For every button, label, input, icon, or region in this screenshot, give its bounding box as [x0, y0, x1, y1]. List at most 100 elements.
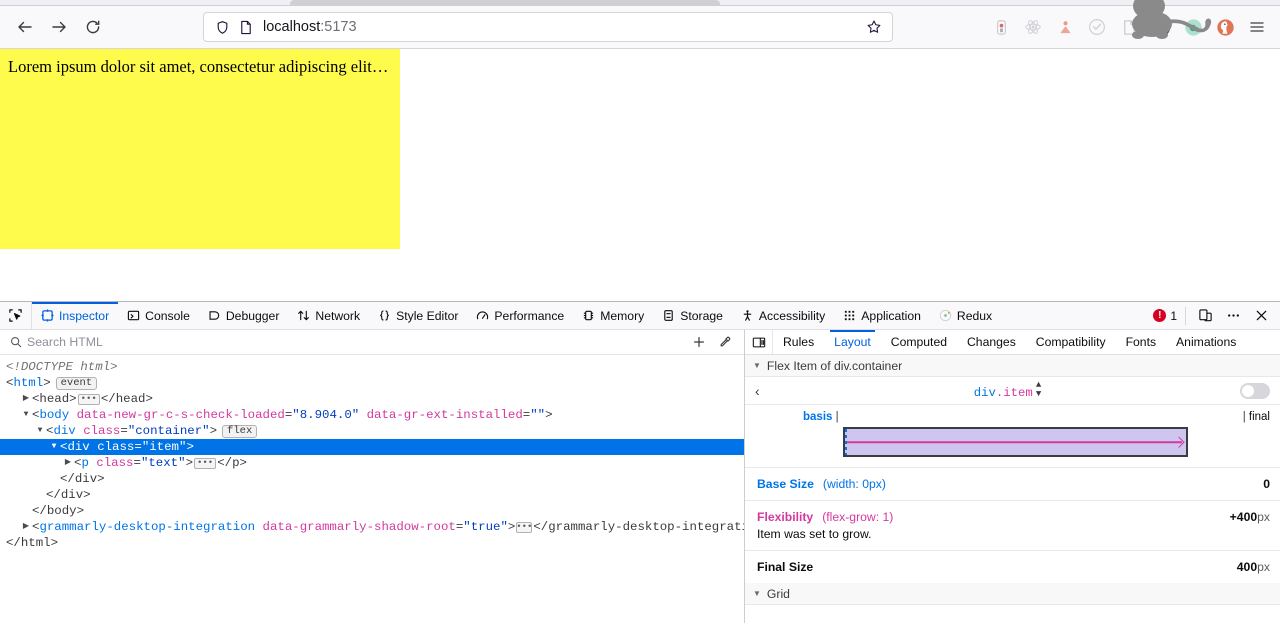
duckduckgo-icon[interactable]: [1210, 12, 1240, 42]
tab-performance[interactable]: Performance: [467, 302, 573, 329]
flex-highlight-toggle[interactable]: [1240, 383, 1270, 399]
markup-tree[interactable]: <!DOCTYPE html> <html> event <head> ••• …: [0, 355, 744, 623]
chevron-left-icon[interactable]: ‹: [755, 383, 775, 399]
expand-twisty-icon[interactable]: [62, 455, 74, 471]
search-input[interactable]: [27, 335, 686, 349]
meatball-menu-icon[interactable]: [1220, 304, 1246, 328]
sidebar-tab-rules[interactable]: Rules: [773, 330, 824, 354]
grammarly-icon[interactable]: [1178, 12, 1208, 42]
attr-value[interactable]: "true": [463, 519, 508, 535]
flex-badge[interactable]: flex: [222, 425, 257, 438]
markup-line-html[interactable]: <html> event: [0, 375, 744, 391]
row-value-unit: px: [1257, 510, 1270, 524]
flex-item-section-header[interactable]: ▼ Flex Item of div.container: [745, 355, 1280, 377]
inspector-icon: [41, 309, 54, 322]
tab-memory[interactable]: Memory: [573, 302, 653, 329]
attr-name[interactable]: data-grammarly-shadow-root: [263, 519, 456, 535]
url-host: localhost: [263, 19, 320, 35]
attr-value[interactable]: "": [530, 407, 545, 423]
event-badge[interactable]: event: [56, 377, 98, 390]
url-text[interactable]: localhost:5173: [258, 19, 862, 35]
section-twisty-icon[interactable]: ▼: [753, 361, 761, 370]
tag-name: div: [53, 423, 75, 439]
extension-icon-4[interactable]: [1082, 12, 1112, 42]
eyedropper-icon[interactable]: [712, 331, 738, 353]
tab-storage[interactable]: Storage: [653, 302, 732, 329]
tab-console[interactable]: Console: [118, 302, 199, 329]
expand-twisty-icon[interactable]: [20, 391, 32, 407]
reload-button[interactable]: [76, 10, 110, 44]
collapsed-children-icon[interactable]: •••: [78, 394, 100, 405]
shield-icon[interactable]: [210, 15, 234, 39]
grid-section-header[interactable]: ▼ Grid: [745, 583, 1280, 605]
attr-value[interactable]: "text": [141, 455, 186, 471]
sidebar-tab-compatibility[interactable]: Compatibility: [1026, 330, 1116, 354]
error-count-badge[interactable]: ! 1: [1149, 307, 1186, 325]
markup-line-head[interactable]: <head> ••• </head>: [0, 391, 744, 407]
section-twisty-icon[interactable]: ▼: [753, 589, 761, 598]
attr-value[interactable]: "container": [128, 423, 210, 439]
tab-accessibility[interactable]: Accessibility: [732, 302, 834, 329]
attr-name[interactable]: class: [96, 455, 133, 471]
markup-line-div-item-selected[interactable]: <div class="item">: [0, 439, 744, 455]
attr-name[interactable]: class: [83, 423, 120, 439]
markup-line-p-text[interactable]: <p class="text"> ••• </p>: [0, 455, 744, 471]
collapse-sidebar-icon[interactable]: [745, 330, 773, 354]
sidebar-tab-layout[interactable]: Layout: [824, 330, 881, 354]
final-label-text: final: [1249, 411, 1270, 423]
row-label: Final Size: [757, 560, 813, 574]
tab-application[interactable]: Application: [834, 302, 930, 329]
page-document-icon: [234, 15, 258, 39]
markup-line-grammarly[interactable]: <grammarly-desktop-integration data-gram…: [0, 519, 744, 535]
sidebar-tab-computed[interactable]: Computed: [881, 330, 957, 354]
sidebar-tab-list: Rules Layout Computed Changes Compatibil…: [745, 330, 1280, 355]
attr-name[interactable]: class: [97, 439, 134, 455]
sidebar-tab-fonts[interactable]: Fonts: [1116, 330, 1166, 354]
close-icon[interactable]: [1248, 304, 1274, 328]
attr-name[interactable]: data-new-gr-c-s-check-loaded: [77, 407, 285, 423]
ublock-origin-icon[interactable]: [1146, 12, 1176, 42]
element-picker-icon[interactable]: [0, 302, 32, 329]
attr-name[interactable]: data-gr-ext-installed: [367, 407, 523, 423]
tab-inspector[interactable]: Inspector: [32, 302, 118, 329]
tab-strip[interactable]: [0, 0, 1280, 6]
tab-debugger[interactable]: Debugger: [199, 302, 289, 329]
expand-twisty-icon[interactable]: [20, 519, 32, 535]
attr-value[interactable]: "8.904.0": [292, 407, 359, 423]
tab-label: Performance: [494, 309, 564, 323]
row-value-number: +400: [1230, 510, 1257, 524]
forward-button[interactable]: [42, 10, 76, 44]
tab-style-editor[interactable]: Style Editor: [369, 302, 467, 329]
markup-line-body[interactable]: <body data-new-gr-c-s-check-loaded="8.90…: [0, 407, 744, 423]
react-devtools-icon[interactable]: [1018, 12, 1048, 42]
devtools-body: <!DOCTYPE html> <html> event <head> ••• …: [0, 330, 1280, 623]
collapsed-children-icon[interactable]: •••: [194, 458, 216, 469]
row-line: Base Size (width: 0px): [757, 477, 886, 491]
back-button[interactable]: [8, 10, 42, 44]
flex-item-selector[interactable]: div.item▲▼: [775, 381, 1240, 400]
sidebar-tab-changes[interactable]: Changes: [957, 330, 1026, 354]
collapse-twisty-icon[interactable]: [20, 407, 32, 423]
plus-icon[interactable]: [686, 331, 712, 353]
markup-line-div-item-close[interactable]: </div>: [0, 471, 744, 487]
markup-line-div-container[interactable]: <div class="container"> flex: [0, 423, 744, 439]
markup-line-html-close[interactable]: </html>: [0, 535, 744, 551]
bookmark-star-icon[interactable]: [862, 15, 886, 39]
collapsed-children-icon[interactable]: •••: [516, 522, 532, 533]
reader-document-icon[interactable]: [1114, 12, 1144, 42]
extension-icon-1[interactable]: [986, 12, 1016, 42]
tab-network[interactable]: Network: [288, 302, 369, 329]
address-bar[interactable]: localhost:5173: [203, 12, 893, 42]
hamburger-menu-icon[interactable]: [1242, 12, 1272, 42]
collapse-twisty-icon[interactable]: [34, 423, 46, 439]
up-down-chevron-icon[interactable]: ▲▼: [1036, 381, 1041, 399]
sidebar-tab-animations[interactable]: Animations: [1166, 330, 1246, 354]
markup-line-div-container-close[interactable]: </div>: [0, 487, 744, 503]
collapse-twisty-icon[interactable]: [48, 439, 60, 455]
markup-line-body-close[interactable]: </body>: [0, 503, 744, 519]
markup-line-doctype[interactable]: <!DOCTYPE html>: [0, 359, 744, 375]
extension-icon-3[interactable]: [1050, 12, 1080, 42]
responsive-design-mode-icon[interactable]: [1192, 304, 1218, 328]
tab-redux[interactable]: Redux: [930, 302, 1001, 329]
attr-value[interactable]: "item": [142, 439, 187, 455]
